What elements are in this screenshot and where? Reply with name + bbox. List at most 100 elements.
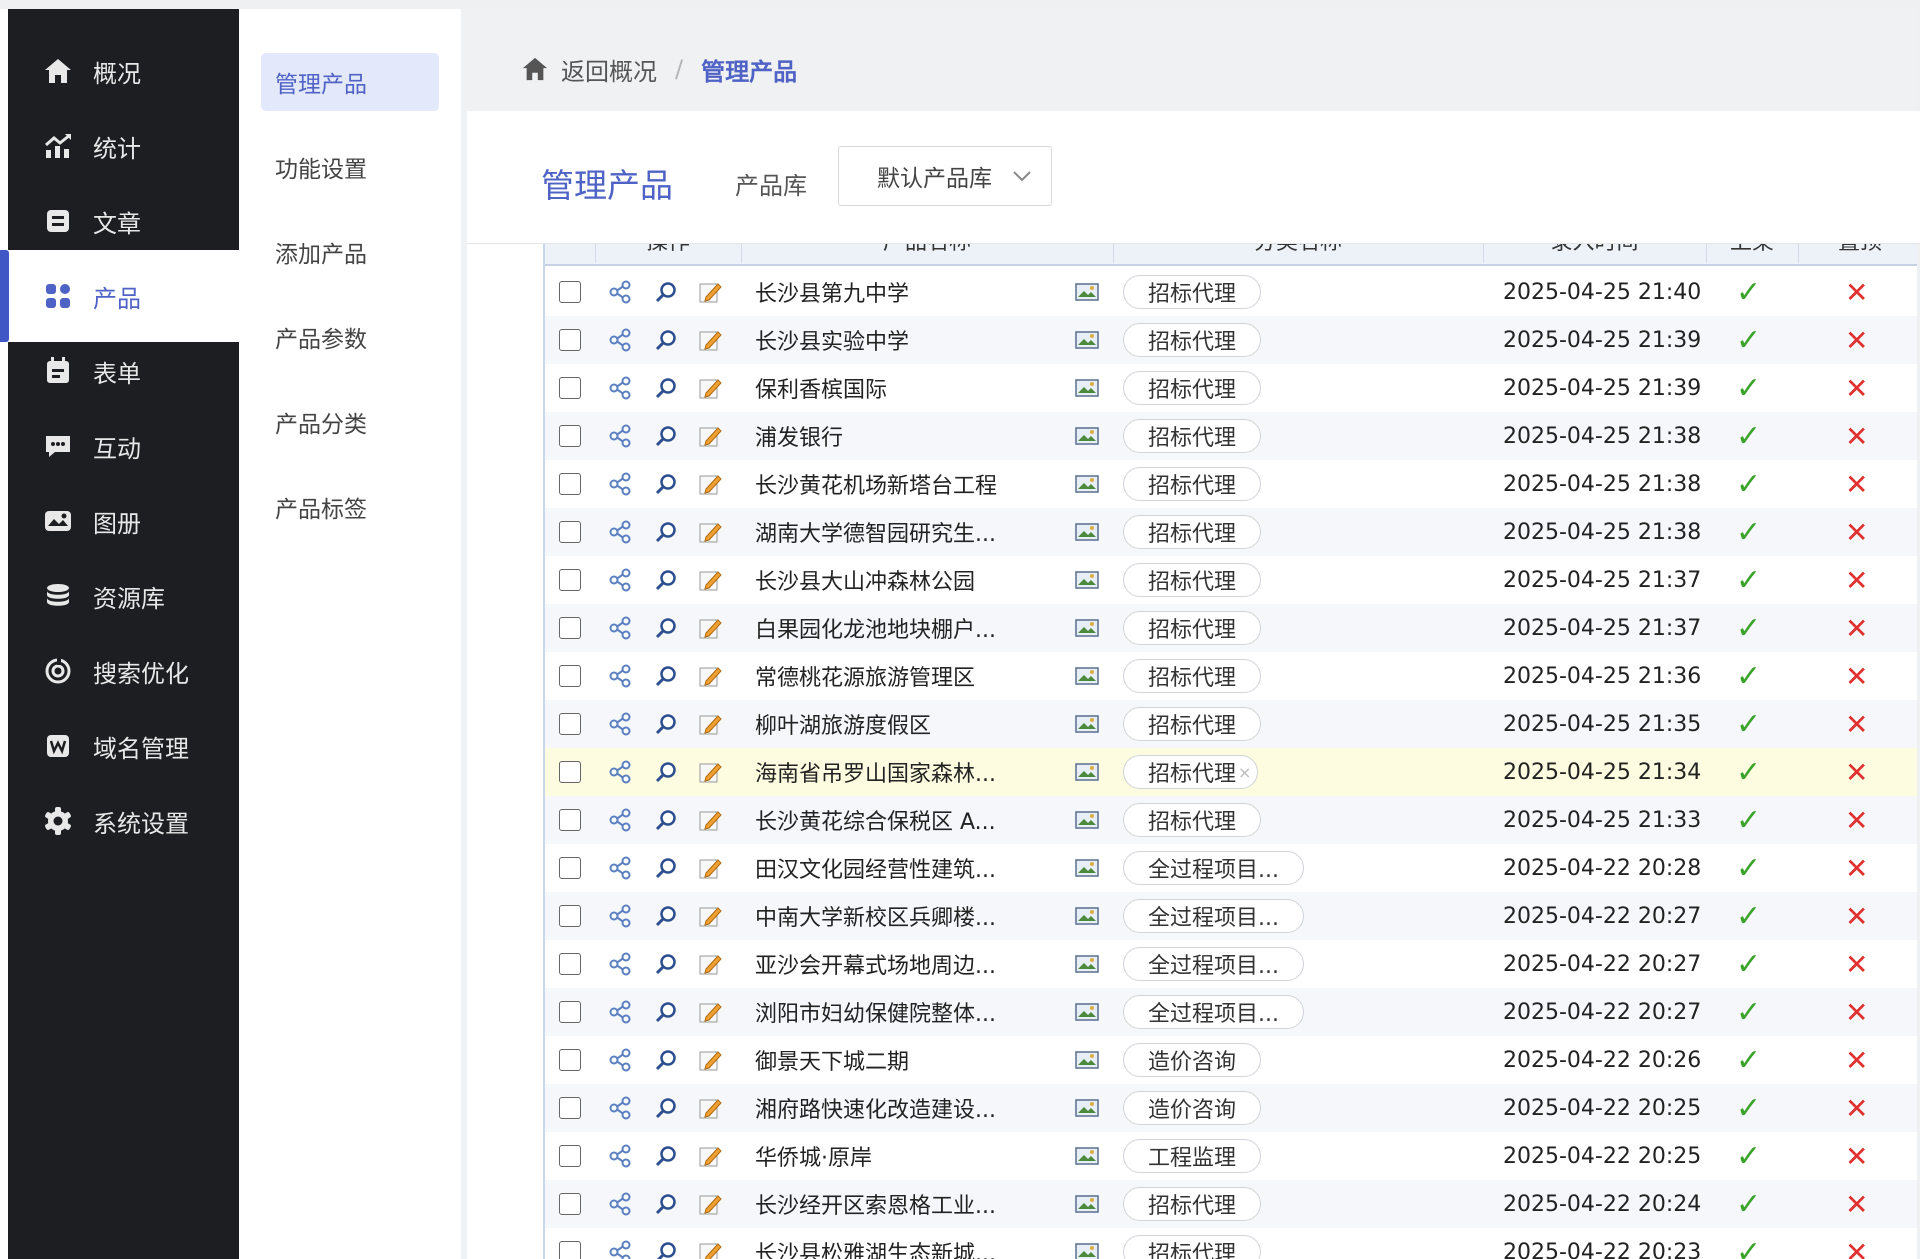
product-name[interactable]: 长沙黄花综合保税区 A... xyxy=(755,804,996,836)
cross-icon[interactable]: ✕ xyxy=(1845,468,1868,501)
image-icon[interactable] xyxy=(1075,988,1099,1036)
search-icon[interactable] xyxy=(654,1180,678,1228)
table-row[interactable]: 柳叶湖旅游度假区 招标代理 2025-04-25 21:35 ✓ ✕ xyxy=(545,700,1920,748)
table-row[interactable]: 亚沙会开幕式场地周边... 全过程项目... 2025-04-22 20:27 ✓ ✕ xyxy=(545,940,1920,988)
edit-icon[interactable] xyxy=(698,988,722,1036)
cross-icon[interactable]: ✕ xyxy=(1845,612,1868,645)
category-tag[interactable]: 招标代理 × xyxy=(1123,755,1259,789)
table-row[interactable]: 长沙黄花机场新塔台工程 招标代理 2025-04-25 21:38 ✓ ✕ xyxy=(545,460,1920,508)
check-icon[interactable]: ✓ xyxy=(1736,899,1761,934)
table-row[interactable]: 长沙县松雅湖生态新城... 招标代理 2025-04-22 20:23 ✓ ✕ xyxy=(545,1228,1920,1259)
cross-icon[interactable]: ✕ xyxy=(1845,852,1868,885)
share-icon[interactable] xyxy=(607,460,633,508)
product-name[interactable]: 湖南大学德智园研究生... xyxy=(755,516,996,548)
search-icon[interactable] xyxy=(654,796,678,844)
cross-icon[interactable]: ✕ xyxy=(1845,276,1868,309)
check-icon[interactable]: ✓ xyxy=(1736,515,1761,550)
check-icon[interactable]: ✓ xyxy=(1736,611,1761,646)
category-tag[interactable]: 招标代理 xyxy=(1123,371,1262,405)
cross-icon[interactable]: ✕ xyxy=(1845,996,1868,1029)
edit-icon[interactable] xyxy=(698,508,722,556)
check-icon[interactable]: ✓ xyxy=(1736,1043,1761,1078)
home-icon[interactable] xyxy=(521,56,549,82)
category-tag[interactable]: 全过程项目... xyxy=(1123,899,1304,933)
product-name[interactable]: 田汉文化园经营性建筑... xyxy=(755,852,996,884)
search-icon[interactable] xyxy=(654,892,678,940)
share-icon[interactable] xyxy=(607,748,633,796)
image-icon[interactable] xyxy=(1075,700,1099,748)
image-icon[interactable] xyxy=(1075,508,1099,556)
share-icon[interactable] xyxy=(607,1132,633,1180)
cross-icon[interactable]: ✕ xyxy=(1845,804,1868,837)
row-checkbox[interactable] xyxy=(559,377,581,399)
cross-icon[interactable]: ✕ xyxy=(1845,660,1868,693)
cross-icon[interactable]: ✕ xyxy=(1845,1140,1868,1173)
category-tag[interactable]: 招标代理 xyxy=(1123,1187,1262,1221)
table-row[interactable]: 浏阳市妇幼保健院整体... 全过程项目... 2025-04-22 20:27 ✓ ✕ xyxy=(545,988,1920,1036)
row-checkbox[interactable] xyxy=(559,665,581,687)
check-icon[interactable]: ✓ xyxy=(1736,803,1761,838)
cross-icon[interactable]: ✕ xyxy=(1845,516,1868,549)
subnav-product-params[interactable]: 产品参数 xyxy=(261,308,439,366)
search-icon[interactable] xyxy=(654,556,678,604)
row-checkbox[interactable] xyxy=(559,521,581,543)
share-icon[interactable] xyxy=(607,844,633,892)
edit-icon[interactable] xyxy=(698,652,722,700)
search-icon[interactable] xyxy=(654,412,678,460)
search-icon[interactable] xyxy=(654,748,678,796)
category-tag[interactable]: 造价咨询 xyxy=(1123,1043,1262,1077)
category-tag[interactable]: 招标代理 xyxy=(1123,1235,1262,1259)
edit-icon[interactable] xyxy=(698,700,722,748)
share-icon[interactable] xyxy=(607,652,633,700)
category-tag[interactable]: 招标代理 xyxy=(1123,611,1262,645)
category-tag[interactable]: 全过程项目... xyxy=(1123,947,1304,981)
edit-icon[interactable] xyxy=(698,844,722,892)
product-name[interactable]: 浦发银行 xyxy=(755,420,843,452)
category-tag[interactable]: 招标代理 xyxy=(1123,515,1262,549)
image-icon[interactable] xyxy=(1075,1228,1099,1259)
edit-icon[interactable] xyxy=(698,604,722,652)
check-icon[interactable]: ✓ xyxy=(1736,1235,1761,1259)
nav-item-settings[interactable]: 系统设置 xyxy=(8,775,239,867)
edit-icon[interactable] xyxy=(698,796,722,844)
product-name[interactable]: 白果园化龙池地块棚户... xyxy=(755,612,996,644)
image-icon[interactable] xyxy=(1075,1180,1099,1228)
share-icon[interactable] xyxy=(607,604,633,652)
cross-icon[interactable]: ✕ xyxy=(1845,372,1868,405)
share-icon[interactable] xyxy=(607,1036,633,1084)
table-row[interactable]: 常德桃花源旅游管理区 招标代理 2025-04-25 21:36 ✓ ✕ xyxy=(545,652,1920,700)
row-checkbox[interactable] xyxy=(559,569,581,591)
check-icon[interactable]: ✓ xyxy=(1736,1139,1761,1174)
share-icon[interactable] xyxy=(607,892,633,940)
search-icon[interactable] xyxy=(654,940,678,988)
category-tag[interactable]: 招标代理 xyxy=(1123,563,1262,597)
row-checkbox[interactable] xyxy=(559,953,581,975)
row-checkbox[interactable] xyxy=(559,1145,581,1167)
product-name[interactable]: 保利香槟国际 xyxy=(755,372,887,404)
table-row[interactable]: 长沙县大山冲森林公园 招标代理 2025-04-25 21:37 ✓ ✕ xyxy=(545,556,1920,604)
product-name[interactable]: 长沙县实验中学 xyxy=(755,324,909,356)
category-tag[interactable]: 招标代理 xyxy=(1123,803,1262,837)
product-name[interactable]: 长沙县大山冲森林公园 xyxy=(755,564,975,596)
row-checkbox[interactable] xyxy=(559,1049,581,1071)
category-tag[interactable]: 招标代理 xyxy=(1123,419,1262,453)
search-icon[interactable] xyxy=(654,460,678,508)
edit-icon[interactable] xyxy=(698,556,722,604)
edit-icon[interactable] xyxy=(698,460,722,508)
edit-icon[interactable] xyxy=(698,364,722,412)
table-row[interactable]: 御景天下城二期 造价咨询 2025-04-22 20:26 ✓ ✕ xyxy=(545,1036,1920,1084)
product-name[interactable]: 海南省吊罗山国家森林... xyxy=(755,756,996,788)
category-tag[interactable]: 全过程项目... xyxy=(1123,995,1304,1029)
product-name[interactable]: 中南大学新校区兵卿楼... xyxy=(755,900,996,932)
table-row[interactable]: 长沙县实验中学 招标代理 2025-04-25 21:39 ✓ ✕ xyxy=(545,316,1920,364)
table-row[interactable]: 保利香槟国际 招标代理 2025-04-25 21:39 ✓ ✕ xyxy=(545,364,1920,412)
share-icon[interactable] xyxy=(607,412,633,460)
share-icon[interactable] xyxy=(607,556,633,604)
cross-icon[interactable]: ✕ xyxy=(1845,756,1868,789)
image-icon[interactable] xyxy=(1075,460,1099,508)
row-checkbox[interactable] xyxy=(559,329,581,351)
edit-icon[interactable] xyxy=(698,1228,722,1259)
check-icon[interactable]: ✓ xyxy=(1736,371,1761,406)
product-name[interactable]: 亚沙会开幕式场地周边... xyxy=(755,948,996,980)
subnav-product-tags[interactable]: 产品标签 xyxy=(261,478,439,536)
